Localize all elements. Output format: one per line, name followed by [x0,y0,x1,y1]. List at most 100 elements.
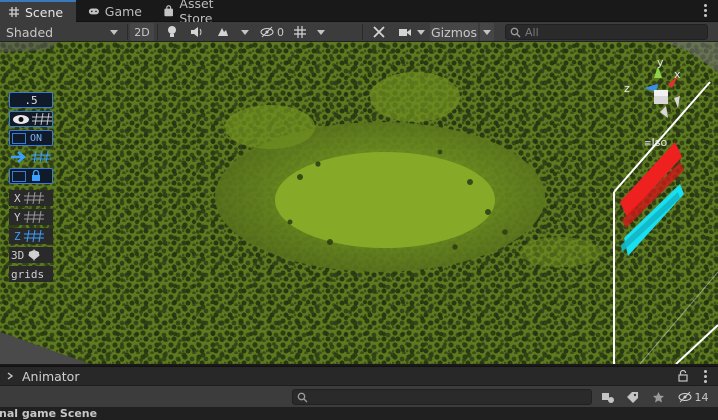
audio-toggle[interactable] [187,23,207,41]
grid-icon [32,113,52,125]
axis-y-label: Y [14,210,21,224]
grid-icon [23,211,44,223]
snap-direction-toggle[interactable] [9,149,53,165]
axis-z-label: z [624,82,630,95]
shield-icon [28,249,41,261]
search-icon [297,392,308,402]
tag-icon [626,391,638,403]
star-icon [652,391,664,402]
tools-icon [373,26,385,38]
divider [157,24,158,40]
bag-icon [164,5,173,17]
favorite-button[interactable] [648,388,668,406]
hidden-count: 0 [277,25,284,39]
animator-toolbar: 14 [0,385,718,407]
divider [362,24,363,40]
grid-toggle[interactable] [290,23,310,41]
mode-3d-label: 3D [11,248,25,262]
projection-mode-text: Iso [651,136,668,149]
tag-button[interactable] [622,388,642,406]
gamepad-icon [88,8,99,15]
snap-toggle-label: ON [30,132,43,144]
scene-viewport[interactable]: y x z ≡Iso .5 ON X Y Z 3D grids [0,42,718,364]
tab-game[interactable]: Game [80,0,150,22]
divider [127,24,128,40]
tab-label: Scene [25,4,64,20]
search-input[interactable] [525,25,685,39]
gizmos-dropdown[interactable] [480,23,494,41]
snap-toggle[interactable]: ON [9,130,53,146]
lock-icon [32,170,40,181]
scene-name-strip: nal game Scene [0,407,718,420]
axis-z-label: Z [14,229,21,243]
lighting-toggle[interactable] [162,23,182,41]
grids-label-box: grids [9,266,53,282]
grid-visibility-toggle[interactable] [9,111,53,127]
grid-icon [23,192,44,204]
scene-search[interactable] [505,24,708,40]
camera-dropdown[interactable] [394,23,428,41]
gizmos-label: Gizmos [430,24,478,40]
animator-search-input[interactable] [312,391,582,403]
chevron-down-icon [483,29,491,35]
grid-dropdown[interactable] [314,23,328,41]
tools-button[interactable] [368,23,390,41]
checkbox-icon [12,132,26,144]
gizmos-toggle[interactable]: Gizmos [430,23,478,41]
shading-mode-dropdown[interactable]: Shaded [4,23,122,41]
layers-button[interactable] [598,388,618,406]
mode-2d-label: 2D [134,25,150,39]
eye-slash-icon [678,391,691,403]
orientation-gizmo[interactable]: y x z ≡Iso [622,56,704,149]
tab-scene[interactable]: Scene [0,0,76,22]
chevron-down-icon [416,29,425,35]
axis-x-label: x [674,68,681,81]
grid-icon [23,230,44,242]
animator-tab-bar: Animator [0,366,718,385]
axis-y-label: y [657,56,664,69]
tab-asset-store[interactable]: Asset Store [155,0,255,26]
menu-lines-icon: ≡ [644,139,652,149]
grids-label: grids [11,267,45,281]
axis-x-label: X [14,191,21,205]
axis-y-grid-toggle[interactable]: Y [9,209,53,225]
window-tab-bar: Scene Game Asset Store [0,0,718,26]
checkbox-icon [12,170,26,182]
effects-dropdown[interactable] [238,23,252,41]
terrain-render [0,42,718,364]
projection-label[interactable]: ≡Iso [644,136,667,149]
grid-size-value: .5 [24,93,38,107]
grid-icon [31,151,51,163]
hidden-objects-toggle[interactable]: 0 [258,23,286,41]
scene-name: nal game Scene [0,407,98,420]
eye-slash-icon [260,26,274,38]
mode-2d-toggle[interactable]: 2D [130,23,154,41]
camera-icon [398,28,411,36]
axis-z-grid-toggle[interactable]: Z [9,228,53,244]
effects-toggle[interactable] [212,23,234,41]
more-options-icon[interactable] [704,4,708,18]
lightbulb-icon [168,26,176,37]
chevron-down-icon [317,29,325,35]
axis-x-grid-toggle[interactable]: X [9,190,53,206]
layers-icon [602,392,614,403]
effects-icon [218,28,228,36]
animator-search[interactable] [292,389,592,405]
scene-toolbar: Shaded 2D 0 Gizmos [0,22,718,42]
chevron-down-icon [110,29,118,35]
chevron-down-icon [241,29,249,35]
grid-size-field[interactable]: .5 [9,92,53,108]
grid-icon [9,7,19,17]
mode-3d-toggle[interactable]: 3D [9,247,53,263]
layer-count: 14 [694,390,709,404]
tab-label: Game [104,3,142,19]
more-options-icon[interactable] [704,370,708,384]
grid-icon [294,26,306,38]
search-icon [510,27,521,37]
lock-toggle[interactable] [9,168,53,184]
arrow-right-icon [11,151,26,163]
hidden-layers-toggle[interactable]: 14 [674,388,712,406]
animator-title[interactable]: Animator [22,369,79,384]
lock-icon[interactable] [678,370,688,382]
speaker-icon [191,27,202,37]
